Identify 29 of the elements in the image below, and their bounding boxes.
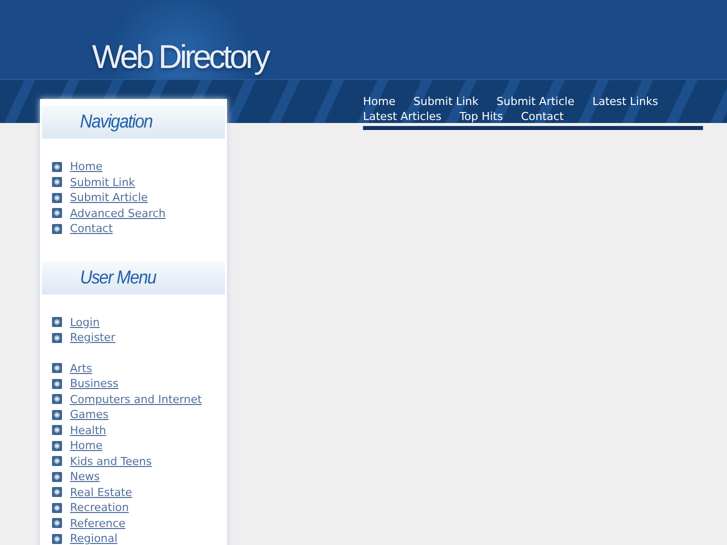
sidebar-link[interactable]: Register bbox=[70, 331, 116, 344]
sidebar-link[interactable]: Submit Link bbox=[70, 176, 136, 189]
sidebar-link[interactable]: Kids and Teens bbox=[70, 454, 152, 468]
menu-link[interactable]: Contact bbox=[520, 110, 564, 124]
menu-link[interactable]: Top Hits bbox=[460, 110, 503, 124]
sidebar-link[interactable]: Business bbox=[70, 377, 119, 390]
sidebar-link[interactable]: Login bbox=[70, 316, 100, 329]
sidebar-link[interactable]: News bbox=[70, 470, 100, 484]
sidebar-link[interactable]: Recreation bbox=[70, 501, 129, 514]
menu-link[interactable]: Submit Article bbox=[496, 95, 574, 109]
section-heading: Navigation bbox=[42, 106, 225, 138]
site-logo: Web Directory bbox=[92, 37, 268, 77]
menu-link[interactable]: Home bbox=[363, 95, 396, 109]
sidebar-link[interactable]: Home bbox=[70, 160, 102, 174]
sidebar-link[interactable]: Computers and Internet bbox=[70, 392, 202, 406]
sidebar-link[interactable]: Reference bbox=[70, 516, 126, 530]
sidebar-link[interactable]: Advanced Search bbox=[70, 206, 166, 220]
menu-link[interactable]: Latest Articles bbox=[363, 110, 442, 124]
sidebar-link[interactable]: Health bbox=[70, 424, 106, 437]
sidebar-link[interactable]: Real Estate bbox=[70, 486, 132, 499]
menu-link[interactable]: Latest Links bbox=[592, 95, 658, 109]
menu-link[interactable]: Submit Link bbox=[413, 95, 479, 109]
sidebar-link[interactable]: Home bbox=[70, 439, 102, 452]
sidebar-link[interactable]: Games bbox=[70, 408, 108, 422]
section-heading: User Menu bbox=[42, 261, 225, 294]
sidebar-link[interactable]: Arts bbox=[70, 362, 92, 375]
sidebar-link[interactable]: Contact bbox=[70, 222, 113, 236]
sidebar-link[interactable]: Submit Article bbox=[70, 191, 148, 204]
sidebar-link[interactable]: Regional bbox=[70, 532, 118, 545]
